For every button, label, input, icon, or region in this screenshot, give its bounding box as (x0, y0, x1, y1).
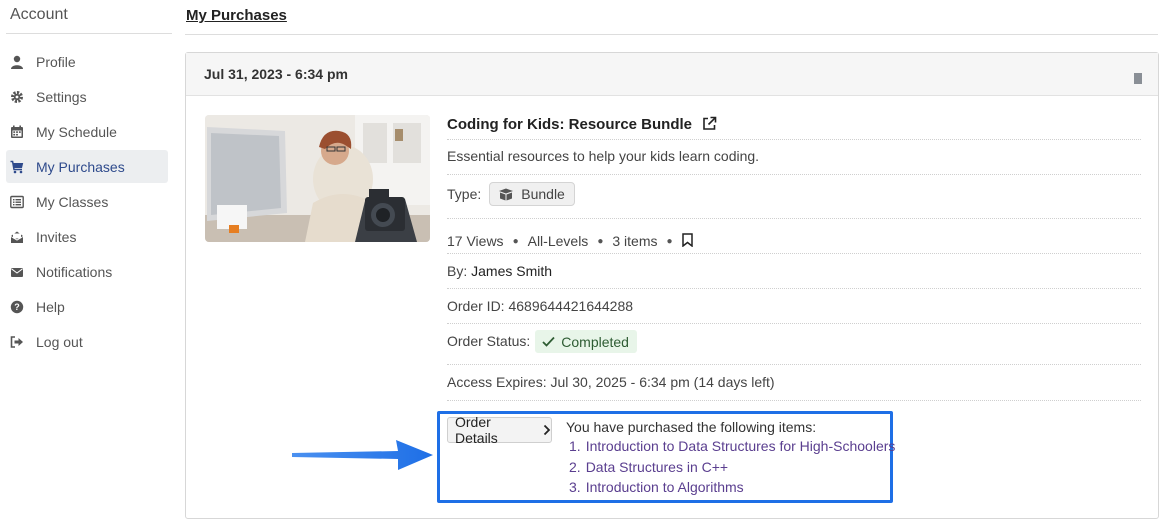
box-icon (499, 188, 514, 200)
sidebar-item-label: Help (36, 298, 65, 315)
sidebar-item-my-purchases[interactable]: My Purchases (6, 150, 168, 183)
author-name[interactable]: James Smith (471, 263, 552, 279)
purchase-card-header: Jul 31, 2023 - 6:34 pm (186, 53, 1158, 96)
sidebar-item-label: My Schedule (36, 123, 117, 140)
purchased-items-intro: You have purchased the following items: (566, 419, 817, 435)
purchase-date: Jul 31, 2023 - 6:34 pm (204, 66, 348, 82)
product-description: Essential resources to help your kids le… (447, 140, 1141, 175)
sidebar-item-my-classes[interactable]: My Classes (6, 185, 168, 218)
level: All-Levels (527, 233, 589, 249)
type-label: Type: (447, 186, 482, 202)
check-icon (542, 336, 555, 347)
type-badge: Bundle (489, 182, 575, 206)
list-item: 1. Introduction to Data Structures for Hi… (569, 438, 895, 459)
pointer-arrow-icon (292, 440, 433, 470)
sidebar-item-label: Notifications (36, 263, 113, 280)
sidebar-item-label: Settings (36, 88, 87, 105)
sidebar-item-invites[interactable]: Invites (6, 220, 168, 253)
order-id: Order ID: 4689644421644288 (447, 289, 1141, 324)
sidebar-item-label: My Classes (36, 193, 109, 210)
card-menu-icon[interactable] (1134, 73, 1142, 84)
list-icon (10, 194, 32, 210)
gear-icon (10, 89, 32, 105)
sidebar-divider (6, 33, 172, 34)
type-badge-label: Bundle (521, 186, 565, 202)
order-status-row: Order Status: Completed (447, 324, 1141, 365)
views-count: 17 Views (447, 233, 504, 249)
purchased-item-link[interactable]: Data Structures in C++ (586, 459, 728, 475)
item-number: 3. (569, 479, 581, 495)
status-badge: Completed (535, 330, 637, 353)
chevron-right-icon (543, 424, 551, 436)
envelope-icon (10, 264, 32, 280)
cart-icon (10, 159, 32, 175)
items-count: 3 items (612, 233, 658, 249)
product-title[interactable]: Coding for Kids: Resource Bundle (447, 116, 692, 133)
sidebar-item-notifications[interactable]: Notifications (6, 255, 168, 288)
access-expires: Access Expires: Jul 30, 2025 - 6:34 pm (… (447, 365, 1141, 401)
help-icon: ? (10, 299, 32, 315)
product-meta-row: 17 Views ● All-Levels ● 3 items ● (447, 219, 1141, 254)
svg-text:?: ? (14, 302, 20, 312)
page-title[interactable]: My Purchases (186, 7, 287, 24)
sidebar-nav: Profile Settings My Schedule My Purchase… (6, 45, 168, 360)
product-thumbnail[interactable] (205, 115, 430, 242)
external-link-icon[interactable] (702, 116, 717, 134)
product-title-row: Coding for Kids: Resource Bundle (447, 105, 1141, 140)
sidebar-item-profile[interactable]: Profile (6, 45, 168, 78)
sidebar-item-log-out[interactable]: Log out (6, 325, 168, 358)
list-item: 3. Introduction to Algorithms (569, 479, 895, 500)
sidebar-item-settings[interactable]: Settings (6, 80, 168, 113)
calendar-icon (10, 124, 32, 140)
product-type-row: Type: Bundle (447, 175, 1141, 219)
sidebar-item-my-schedule[interactable]: My Schedule (6, 115, 168, 148)
list-item: 2. Data Structures in C++ (569, 459, 895, 480)
author-label: By: (447, 263, 468, 279)
bookmark-icon[interactable] (681, 232, 693, 250)
logout-icon (10, 334, 32, 350)
header-divider (185, 34, 1158, 35)
purchased-item-link[interactable]: Introduction to Data Structures for High… (586, 438, 896, 454)
author-row: By: James Smith (447, 254, 1141, 289)
purchase-details: Coding for Kids: Resource Bundle Essenti… (447, 105, 1141, 401)
separator-dot: ● (512, 235, 519, 247)
purchased-item-link[interactable]: Introduction to Algorithms (586, 479, 744, 495)
envelope-open-icon (10, 229, 32, 245)
sidebar-title: Account (10, 6, 68, 23)
order-details-label: Order Details (455, 414, 498, 446)
sidebar-item-label: Profile (36, 53, 76, 70)
sidebar-item-label: Invites (36, 228, 77, 245)
item-number: 1. (569, 438, 581, 454)
order-details-button[interactable]: Order Details (447, 414, 552, 446)
sidebar-item-help[interactable]: ? Help (6, 290, 168, 323)
sidebar-item-label: My Purchases (36, 158, 125, 175)
separator-dot: ● (597, 235, 604, 247)
sidebar: Account Profile Settings My Schedule My … (0, 0, 175, 521)
user-icon (10, 54, 32, 70)
status-badge-label: Completed (561, 333, 629, 350)
purchased-items-list: 1. Introduction to Data Structures for Hi… (569, 438, 895, 500)
separator-dot: ● (666, 235, 673, 247)
order-status-label: Order Status: (447, 333, 531, 349)
sidebar-item-label: Log out (36, 333, 83, 350)
item-number: 2. (569, 458, 581, 475)
